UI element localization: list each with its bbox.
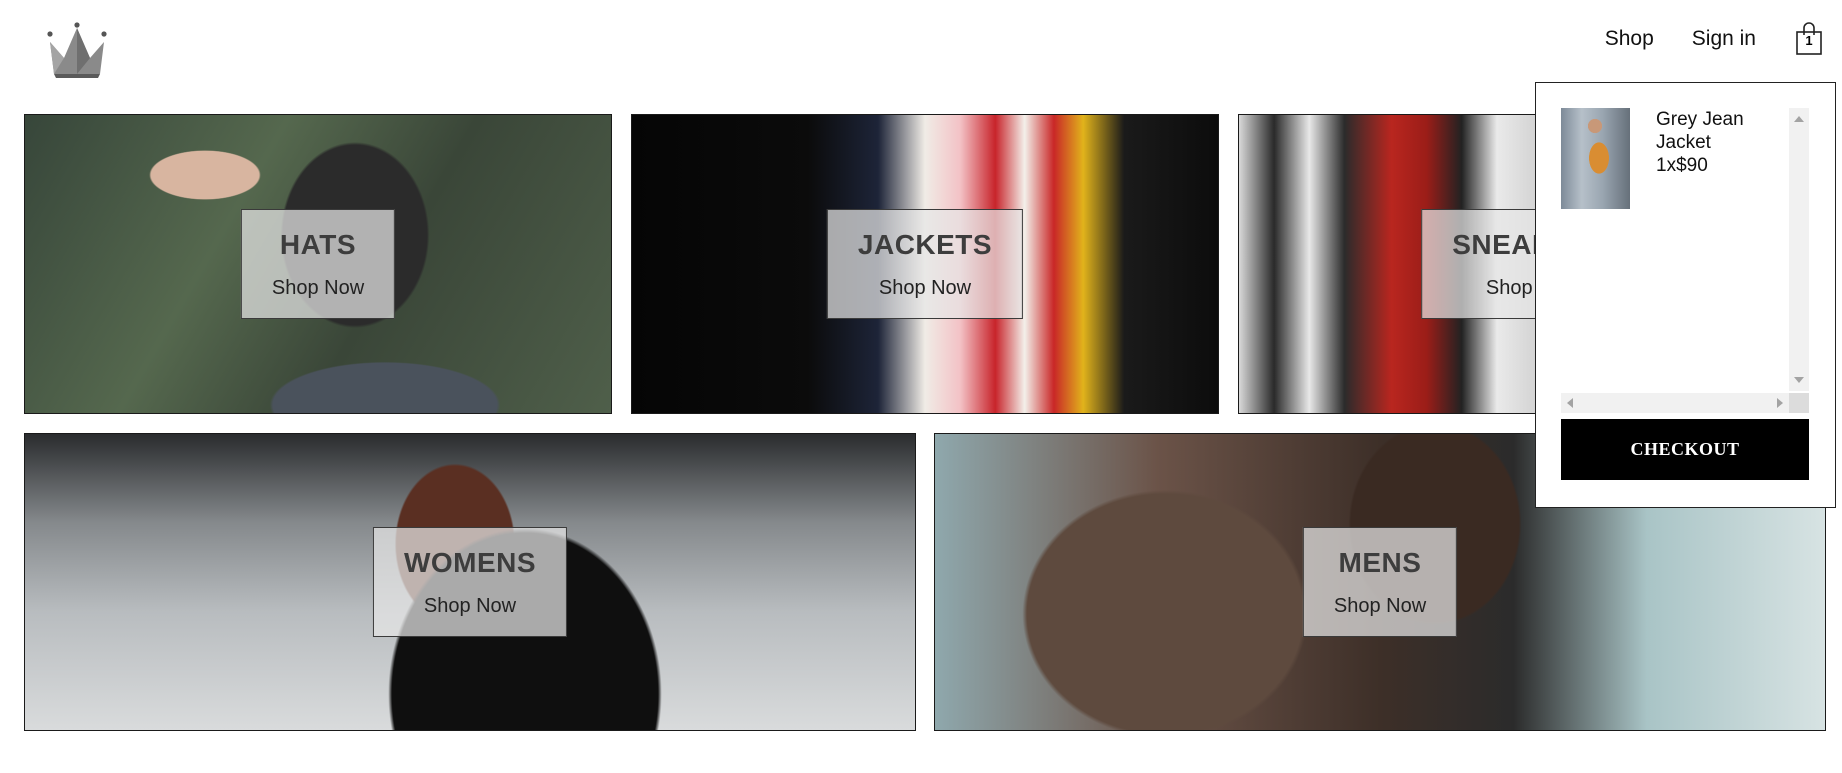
shop-now-text: Shop Now <box>271 276 365 299</box>
scroll-right-arrow-icon[interactable] <box>1777 398 1783 408</box>
cart-item-image <box>1561 108 1630 209</box>
category-title: HATS <box>279 228 357 260</box>
scroll-up-arrow-icon[interactable] <box>1794 116 1804 122</box>
category-label: JACKETS Shop Now <box>826 209 1024 319</box>
cart-item-name: Grey Jean Jacket <box>1656 109 1744 153</box>
checkout-button[interactable]: CHECKOUT <box>1561 419 1809 480</box>
cart-count: 1 <box>1805 33 1813 48</box>
nav: Shop Sign in 1 <box>1605 22 1824 56</box>
shop-now-text: Shop Now <box>1333 594 1427 617</box>
cart-item-details: Grey Jean Jacket 1x$90 <box>1656 108 1774 209</box>
category-title: JACKETS <box>857 228 993 260</box>
scroll-left-arrow-icon[interactable] <box>1567 398 1573 408</box>
crown-icon[interactable] <box>44 22 110 78</box>
category-tile-hats[interactable]: HATS Shop Now <box>24 114 612 414</box>
nav-shop-link[interactable]: Shop <box>1605 27 1654 51</box>
cart-icon-button[interactable]: 1 <box>1794 22 1824 56</box>
cart-item: Grey Jean Jacket 1x$90 <box>1561 108 1809 209</box>
category-tile-jackets[interactable]: JACKETS Shop Now <box>631 114 1219 414</box>
vertical-scrollbar[interactable] <box>1789 108 1809 391</box>
shop-now-text: Shop Now <box>423 594 517 617</box>
category-title: WOMENS <box>403 546 537 578</box>
scrollbar-corner <box>1789 393 1809 413</box>
category-tile-womens[interactable]: WOMENS Shop Now <box>24 433 916 731</box>
horizontal-scrollbar[interactable] <box>1561 393 1789 413</box>
nav-signin-link[interactable]: Sign in <box>1692 27 1756 51</box>
cart-items-list[interactable]: Grey Jean Jacket 1x$90 <box>1561 108 1809 413</box>
scroll-down-arrow-icon[interactable] <box>1794 377 1804 383</box>
cart-item-quantity-price: 1x$90 <box>1656 155 1708 176</box>
category-label: HATS Shop Now <box>240 209 396 319</box>
cart-dropdown: Grey Jean Jacket 1x$90 CHECKOUT <box>1535 82 1836 508</box>
category-title: MENS <box>1338 546 1422 578</box>
category-label: WOMENS Shop Now <box>372 527 568 637</box>
shop-now-text: Shop Now <box>878 276 972 299</box>
category-label: MENS Shop Now <box>1302 527 1458 637</box>
